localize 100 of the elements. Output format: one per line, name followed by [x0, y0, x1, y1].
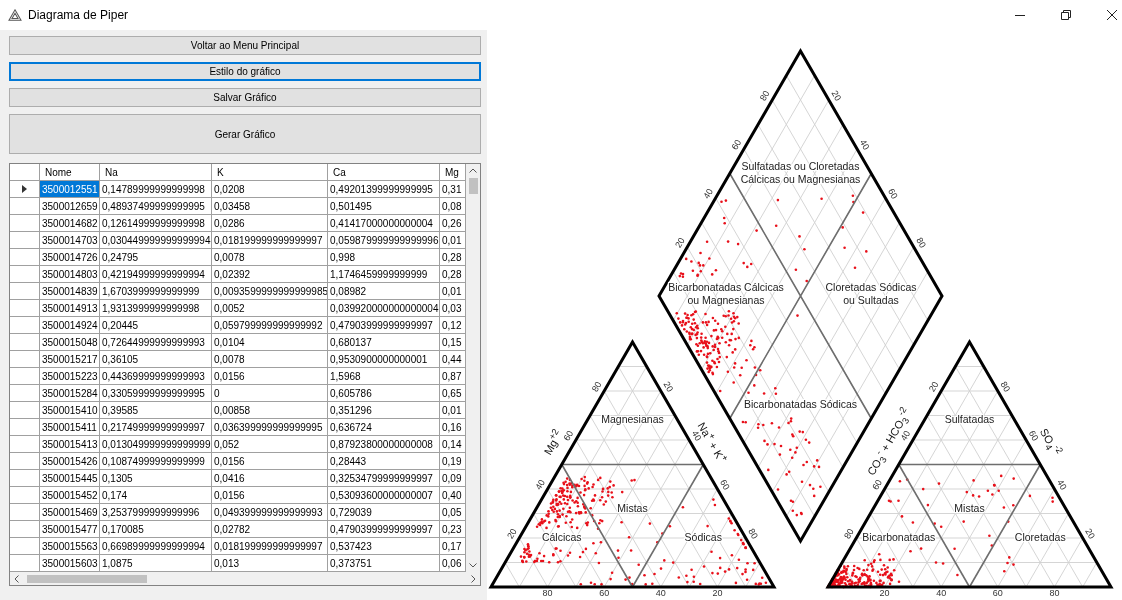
region-label: Bicarbonatadas Sódicas [743, 397, 858, 410]
table-cell: 0,680137 [328, 334, 440, 351]
table-cell: 0,0208 [212, 181, 328, 198]
horizontal-scrollbar[interactable] [10, 572, 480, 585]
table-cell: 0,28443 [328, 453, 440, 470]
region-label: Sulfatadas ou Cloretadas Cálcicas ou Magnesianas [740, 159, 861, 185]
tick-label: 80 [842, 526, 856, 541]
table-cell: 1,9313999999999998 [100, 300, 212, 317]
row-header[interactable] [10, 181, 40, 198]
table-cell: 0,48937499999999995 [100, 198, 212, 215]
table-cell: 3500015411 [40, 419, 100, 436]
table-cell: 0,36105 [100, 351, 212, 368]
table-cell: 3500015413 [40, 436, 100, 453]
tick-label: 60 [886, 186, 900, 201]
scroll-right-icon[interactable] [471, 574, 476, 583]
table-cell: 0,636724 [328, 419, 440, 436]
table-cell: 0,44369999999999993 [100, 368, 212, 385]
table-cell: 0,24795 [100, 249, 212, 266]
window-title: Diagrama de Piper [28, 8, 129, 22]
table-cell: 3500015223 [40, 368, 100, 385]
table-cell: 0,49201399999999995 [328, 181, 440, 198]
table-cell: 0,036399999999999995 [212, 419, 328, 436]
region-label: Mistas [954, 501, 985, 514]
scroll-left-icon[interactable] [14, 574, 19, 583]
column-header[interactable]: Nome [40, 164, 100, 181]
tick-label: 80 [914, 235, 928, 250]
restore-icon[interactable] [1061, 10, 1071, 20]
table-cell: 0,53093600000000007 [328, 487, 440, 504]
table-cell: 0,501495 [328, 198, 440, 215]
current-row-icon [22, 185, 27, 193]
action-button[interactable]: Gerar Gráfico [9, 114, 481, 154]
scroll-up-icon[interactable] [469, 168, 477, 173]
table-cell: 3500014924 [40, 317, 100, 334]
table-cell: 3500015217 [40, 351, 100, 368]
table-cell: 0,47903999999999997 [328, 521, 440, 538]
scroll-down-icon[interactable] [469, 563, 477, 568]
action-button[interactable]: Estilo do gráfico [9, 62, 481, 81]
table-cell: 0,66989999999999994 [100, 538, 212, 555]
table-cell: 0,41417000000000004 [328, 215, 440, 232]
tick-label: 40 [857, 137, 872, 152]
app-icon [8, 9, 22, 21]
tick-label: 20 [926, 379, 941, 394]
table-cell: 0,12614999999999998 [100, 215, 212, 232]
table-cell: 3500012659 [40, 198, 100, 215]
column-header[interactable]: Na [100, 164, 212, 181]
tick-label: 40 [701, 186, 715, 201]
table-cell: 0,0078 [212, 351, 328, 368]
tick-label: 40 [1055, 477, 1069, 492]
tick-label: 20 [1083, 526, 1097, 541]
table-cell: 0,0156 [212, 368, 328, 385]
table-cell: 0,605786 [328, 385, 440, 402]
table-cell: 0,10874999999999999 [100, 453, 212, 470]
table-cell: 0,018199999999999997 [212, 538, 328, 555]
table-cell: 0,47903999999999997 [328, 317, 440, 334]
tick-label: 80 [757, 88, 772, 103]
column-header[interactable]: K [212, 164, 328, 181]
region-label: Magnesianas [601, 413, 664, 426]
tick-label: 60 [729, 137, 744, 152]
table-cell: 3500015284 [40, 385, 100, 402]
table-cell: 0,20445 [100, 317, 212, 334]
table-cell: 3500015410 [40, 402, 100, 419]
table-cell: 3500014682 [40, 215, 100, 232]
table-cell: 0,72644999999999993 [100, 334, 212, 351]
tick-label: 60 [870, 477, 884, 492]
tick-label: 80 [998, 379, 1013, 394]
table-cell: 3500012551 [40, 181, 100, 198]
table-cell: 0,0156 [212, 453, 328, 470]
table-cell: 0,00858 [212, 402, 328, 419]
table-cell: 0,0416 [212, 470, 328, 487]
tick-label: 20 [661, 379, 676, 394]
table-cell: 0,21749999999999997 [100, 419, 212, 436]
table-cell: 0,537423 [328, 538, 440, 555]
tick-label: 20 [829, 88, 844, 103]
vertical-scrollbar[interactable] [466, 164, 480, 572]
table-cell: 1,1746459999999999 [328, 266, 440, 283]
table-cell: 0,1305 [100, 470, 212, 487]
table-cell: 0,32534799999999997 [328, 470, 440, 487]
table-cell: 0,170085 [100, 521, 212, 538]
table-cell: 0,02782 [212, 521, 328, 538]
table-cell: 0,174 [100, 487, 212, 504]
action-button[interactable]: Salvar Gráfico [9, 88, 481, 107]
table-cell: 3500015426 [40, 453, 100, 470]
table-cell: 0,351296 [328, 402, 440, 419]
tick-label: 60 [599, 588, 610, 599]
tick-label: 40 [936, 588, 947, 599]
table-cell: 0,013049999999999999 [100, 436, 212, 453]
table-cell: 0 [212, 385, 328, 402]
region-label: Cálcicas [541, 530, 582, 543]
tick-label: 80 [746, 526, 760, 541]
scroll-thumb[interactable] [27, 574, 147, 583]
scroll-thumb[interactable] [468, 178, 478, 194]
table-cell: 0,0156 [212, 487, 328, 504]
close-icon[interactable] [1107, 10, 1117, 20]
action-button[interactable]: Voltar ao Menu Principal [9, 36, 481, 55]
column-header[interactable]: Mg [440, 164, 466, 181]
table-cell: 0,87923800000000008 [328, 436, 440, 453]
column-header[interactable]: Ca [328, 164, 440, 181]
table-cell: 3500015452 [40, 487, 100, 504]
table-cell: 3500015477 [40, 521, 100, 538]
table-cell: 1,5968 [328, 368, 440, 385]
